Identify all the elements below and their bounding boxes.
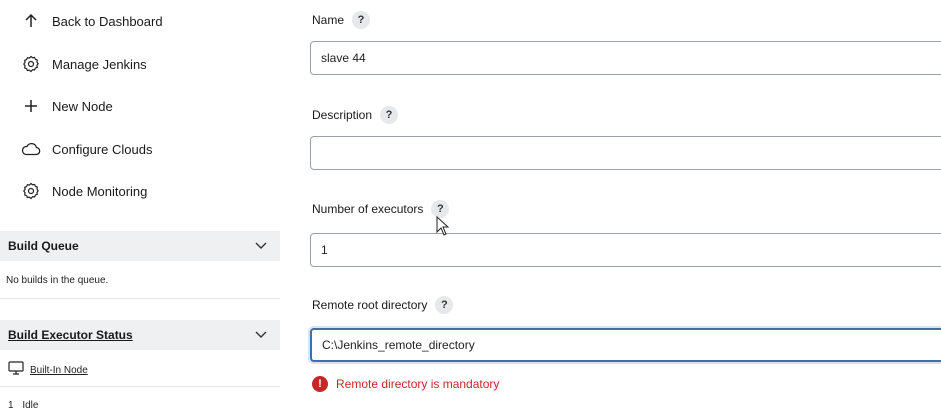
description-field[interactable]	[310, 136, 941, 170]
name-label-row: Name ?	[312, 11, 371, 29]
mouse-pointer-icon	[436, 215, 450, 241]
name-label: Name	[312, 13, 345, 27]
sidebar-item-label: Configure Clouds	[52, 141, 153, 157]
chevron-down-icon[interactable]	[254, 239, 268, 253]
help-icon[interactable]: ?	[435, 296, 454, 314]
remote-root-label-row: Remote root directory ?	[312, 296, 454, 314]
executors-field[interactable]	[310, 233, 941, 267]
description-label-row: Description ?	[312, 106, 399, 124]
remote-root-label: Remote root directory	[312, 298, 428, 312]
build-executor-status-header[interactable]: Build Executor Status	[0, 320, 280, 350]
executor-row: 1 Idle	[8, 400, 38, 410]
chevron-down-icon[interactable]	[254, 328, 268, 342]
built-in-node-row: Built-In Node	[8, 361, 88, 380]
help-icon[interactable]: ?	[352, 11, 371, 29]
sidebar-item-back-to-dashboard[interactable]: Back to Dashboard	[20, 8, 163, 34]
sidebar-item-configure-clouds[interactable]: Configure Clouds	[20, 136, 152, 162]
executors-label: Number of executors	[312, 202, 424, 216]
sidebar-item-label: Back to Dashboard	[52, 13, 163, 29]
executor-number: 1	[8, 400, 14, 410]
error-message: Remote directory is mandatory	[336, 377, 500, 391]
plus-icon	[20, 95, 42, 117]
cloud-icon	[20, 138, 42, 160]
build-executor-status-title[interactable]: Build Executor Status	[8, 328, 133, 342]
sidebar-item-node-monitoring[interactable]: Node Monitoring	[20, 178, 147, 204]
gear-icon	[20, 53, 42, 75]
sidebar-item-label: Node Monitoring	[52, 183, 148, 199]
help-icon[interactable]: ?	[380, 106, 399, 124]
build-queue-header[interactable]: Build Queue	[0, 231, 280, 261]
sidebar-item-manage-jenkins[interactable]: Manage Jenkins	[20, 51, 147, 77]
arrow-up-icon	[20, 10, 42, 32]
sidebar-item-label: New Node	[52, 98, 113, 114]
divider	[0, 386, 280, 387]
built-in-node-link[interactable]: Built-In Node	[30, 365, 88, 376]
build-queue-title: Build Queue	[8, 239, 79, 253]
sidebar-item-new-node[interactable]: New Node	[20, 93, 113, 119]
computer-icon	[8, 361, 24, 380]
sidebar: Back to Dashboard Manage Jenkins New Nod…	[0, 0, 280, 410]
divider	[0, 298, 280, 299]
gear-icon	[20, 180, 42, 202]
description-label: Description	[312, 108, 373, 122]
build-queue-text: No builds in the queue.	[6, 275, 109, 286]
executors-label-row: Number of executors ?	[312, 200, 450, 218]
executor-state: Idle	[22, 400, 39, 410]
name-field[interactable]	[310, 41, 941, 75]
error-message-row: ! Remote directory is mandatory	[312, 376, 499, 392]
remote-root-field[interactable]	[310, 328, 941, 362]
sidebar-item-label: Manage Jenkins	[52, 56, 147, 72]
error-icon: !	[312, 376, 328, 392]
